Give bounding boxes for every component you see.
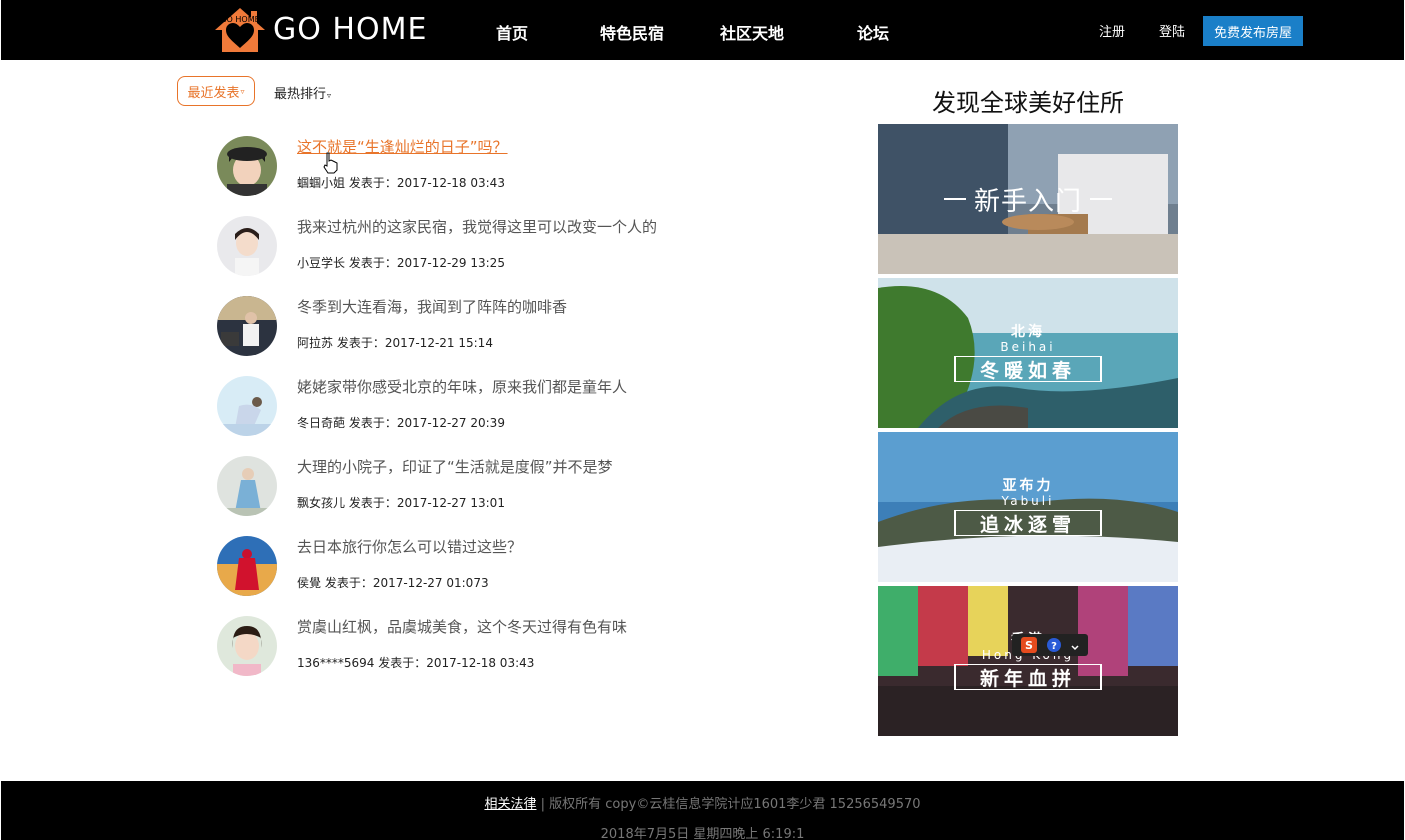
banner-sub-en-label: Yabuli	[1001, 494, 1055, 508]
nav-home[interactable]: 首页	[496, 20, 528, 44]
banner-overlay: 北海 Beihai 冬暖如春	[878, 278, 1178, 428]
banner-main-label: 新年血拼	[954, 664, 1102, 690]
page: GO HOME GO HOME 首页 特色民宿 社区天地 论坛 注册 登陆 免费…	[0, 0, 1405, 840]
svg-text:GO HOME: GO HOME	[220, 15, 259, 24]
post-item: 去日本旅行你怎么可以错过这些？ 侯覺 发表于：2017-12-27 01:073	[217, 536, 737, 598]
footer-datetime: 2018年7月5日 星期四晚上 6:19:1	[600, 827, 805, 840]
avatar[interactable]	[217, 376, 277, 436]
help-icon[interactable]: ?	[1046, 637, 1062, 653]
legal-link[interactable]: 相关法律	[484, 797, 536, 812]
post-item: 我来过杭州的这家民宿，我觉得这里可以改变一个人的 小豆学长 发表于：2017-1…	[217, 216, 737, 278]
banner-main-label: 追冰逐雪	[954, 510, 1102, 536]
post-item: 大理的小院子，印证了“生活就是度假”并不是梦 飘女孩儿 发表于：2017-12-…	[217, 456, 737, 518]
site-logo[interactable]: GO HOME GO HOME	[213, 6, 427, 54]
post-title-link[interactable]: 去日本旅行你怎么可以错过这些？	[297, 536, 522, 557]
post-title-link[interactable]: 大理的小院子，印证了“生活就是度假”并不是梦	[297, 456, 613, 477]
top-navbar: GO HOME GO HOME 首页 特色民宿 社区天地 论坛 注册 登陆 免费…	[1, 0, 1404, 60]
caret-down-icon: ▿	[327, 91, 332, 100]
banner-sub-en-label: Beihai	[1000, 340, 1056, 354]
nav-featured-homestays[interactable]: 特色民宿	[600, 20, 664, 44]
banner-yabuli[interactable]: 亚布力 Yabuli 追冰逐雪	[878, 432, 1178, 582]
svg-text:?: ?	[1051, 641, 1057, 652]
post-meta: 小豆学长 发表于：2017-12-29 13:25	[297, 256, 505, 270]
banner-main-label: 冬暖如春	[954, 356, 1102, 382]
avatar[interactable]	[217, 616, 277, 676]
post-meta: 冬日奇葩 发表于：2017-12-27 20:39	[297, 416, 505, 430]
post-meta: 蝈蝈小姐 发表于：2017-12-18 03:43	[297, 176, 505, 190]
banner-hongkong[interactable]: 香港 Hong Kong 新年血拼	[878, 586, 1178, 736]
house-logo-icon: GO HOME	[215, 8, 265, 52]
nav-forum[interactable]: 论坛	[857, 20, 889, 44]
post-meta: 136****5694 发表于：2017-12-18 03:43	[297, 656, 535, 670]
sort-recent-tab[interactable]: 最近发表 ▿	[177, 76, 255, 106]
avatar[interactable]	[217, 296, 277, 356]
banner-sub-label: 亚布力	[1002, 478, 1054, 494]
post-item: 姥姥家带你感受北京的年味，原来我们都是童年人 冬日奇葩 发表于：2017-12-…	[217, 376, 737, 438]
post-title-link[interactable]: 我来过杭州的这家民宿，我觉得这里可以改变一个人的	[297, 216, 657, 237]
banner-main-label: 新手入门	[973, 186, 1082, 217]
avatar[interactable]	[217, 216, 277, 276]
sort-hot-tab[interactable]: 最热排行▿	[274, 83, 331, 102]
ime-s-icon[interactable]: S	[1020, 637, 1037, 653]
avatar[interactable]	[217, 456, 277, 516]
svg-text:S: S	[1025, 639, 1033, 652]
post-meta: 阿拉苏 发表于：2017-12-21 15:14	[297, 336, 493, 350]
ime-toolbar[interactable]: S ?	[1012, 634, 1088, 656]
caret-down-icon: ▿	[240, 86, 245, 96]
footer-copyright-line: 相关法律 | 版权所有 copy©云桂信息学院计应1601李少君 1525654…	[1, 793, 1404, 812]
avatar[interactable]	[217, 136, 277, 196]
hand-cursor-icon	[323, 152, 338, 174]
banner-sub-label: 北海	[1011, 324, 1045, 340]
publish-house-button[interactable]: 免费发布房屋	[1203, 16, 1303, 46]
footer: 相关法律 | 版权所有 copy©云桂信息学院计应1601李少君 1525654…	[1, 781, 1404, 840]
chevron-down-icon[interactable]	[1071, 637, 1079, 653]
banner-overlay: 新手入门	[878, 124, 1178, 274]
footer-copyright: 版权所有 copy©云桂信息学院计应1601李少君 15256549570	[549, 797, 921, 812]
sort-recent-label: 最近发表	[187, 85, 240, 101]
post-item: 冬季到大连看海，我闻到了阵阵的咖啡香 阿拉苏 发表于：2017-12-21 15…	[217, 296, 737, 358]
nav-community[interactable]: 社区天地	[720, 20, 784, 44]
avatar[interactable]	[217, 536, 277, 596]
register-link[interactable]: 注册	[1099, 21, 1125, 40]
post-item: 这不就是“生逢灿烂的日子”吗？ 蝈蝈小姐 发表于：2017-12-18 03:4…	[217, 136, 737, 198]
post-title-link[interactable]: 姥姥家带你感受北京的年味，原来我们都是童年人	[297, 376, 627, 397]
post-title-link[interactable]: 赏虞山红枫，品虞城美食，这个冬天过得有色有味	[297, 616, 627, 637]
login-link[interactable]: 登陆	[1159, 21, 1185, 40]
footer-separator: |	[540, 797, 545, 812]
post-title-link[interactable]: 冬季到大连看海，我闻到了阵阵的咖啡香	[297, 296, 567, 317]
logo-text: GO HOME	[273, 12, 428, 47]
discover-title: 发现全球美好住所	[932, 89, 1124, 117]
post-meta: 侯覺 发表于：2017-12-27 01:073	[297, 576, 489, 590]
banner-newbie-guide[interactable]: 新手入门	[878, 124, 1178, 274]
post-meta: 飘女孩儿 发表于：2017-12-27 13:01	[297, 496, 505, 510]
banner-beihai[interactable]: 北海 Beihai 冬暖如春	[878, 278, 1178, 428]
banner-overlay: 香港 Hong Kong 新年血拼	[878, 586, 1178, 736]
sort-hot-label: 最热排行	[274, 87, 327, 102]
post-item: 赏虞山红枫，品虞城美食，这个冬天过得有色有味 136****5694 发表于：2…	[217, 616, 737, 678]
banner-overlay: 亚布力 Yabuli 追冰逐雪	[878, 432, 1178, 582]
